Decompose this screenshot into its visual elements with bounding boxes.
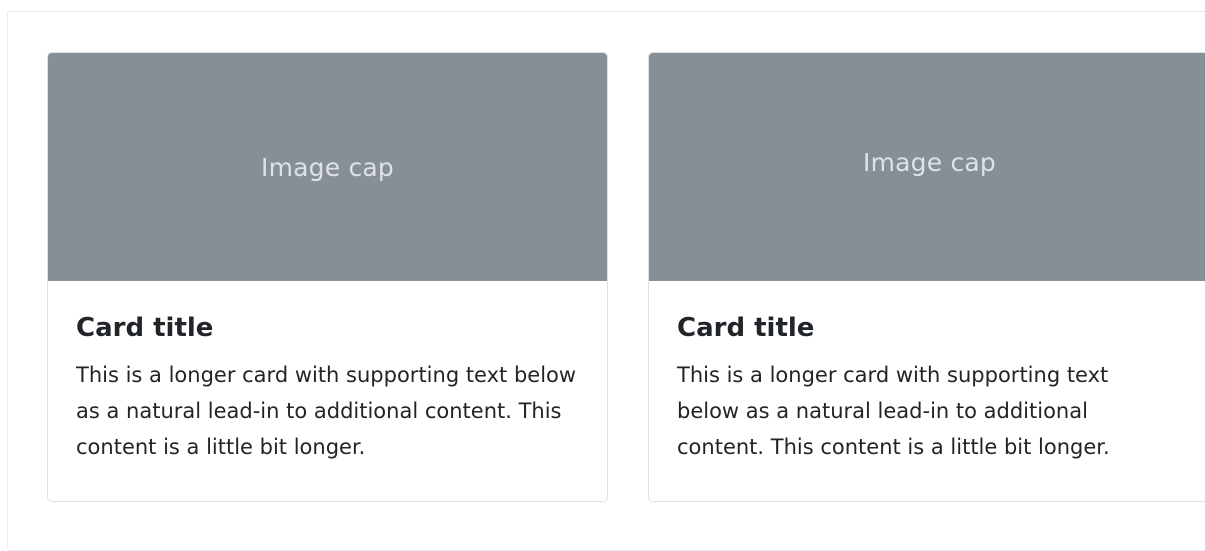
card-text: This is a longer card with supporting te… <box>76 363 577 459</box>
card-image-cap: Image cap <box>649 53 1205 281</box>
card: Image cap Card title This is a longer ca… <box>648 52 1205 502</box>
card-title: Card title <box>76 313 214 343</box>
card-body: Card title This is a longer card with su… <box>76 308 587 465</box>
card-image-cap: Image cap <box>48 53 607 281</box>
image-cap-label: Image cap <box>261 152 394 182</box>
card: Image cap Card title This is a longer ca… <box>47 52 608 502</box>
card-title: Card title <box>677 313 815 343</box>
card-body: Card title This is a longer card with su… <box>677 308 1205 465</box>
card-text: This is a longer card with supporting te… <box>677 363 1110 459</box>
image-cap-label: Image cap <box>863 148 996 177</box>
